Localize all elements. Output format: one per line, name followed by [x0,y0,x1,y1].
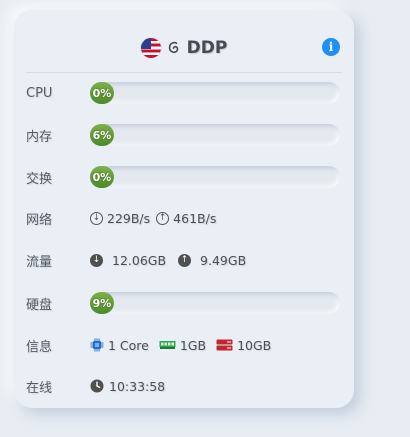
cpu-row: CPU 0% [26,80,342,106]
debian-swirl-icon [168,41,178,54]
swap-row: 交换 0% [26,164,342,190]
memory-percent: 6% [92,128,112,142]
disk-size: 10GB [237,337,272,353]
swap-percent: 0% [92,170,112,184]
network-row: 网络 ↓ 229B/s ↑ 461B/s [26,205,342,231]
memory-progress-bar: 6% [90,124,340,146]
network-down-speed: 229B/s [107,210,151,226]
info-row: 信息 1 Core 1GB 10GB [26,332,342,358]
network-label: 网络 [26,212,53,228]
arrow-up-circle-icon: ↑ [178,253,192,267]
traffic-row: 流量 ↓ 12.06GB ↑ 9.49GB [26,247,342,273]
traffic-label: 流量 [26,254,53,270]
disk-label: 硬盘 [26,297,53,313]
disk-row: 硬盘 9% [26,290,342,316]
cpu-label: CPU [26,85,53,101]
server-name: DDP [186,38,228,58]
server-card: DDP i CPU 0% 内存 6% 交换 0% 网络 ↓ 229B/s ↑ 4… [14,10,354,408]
us-flag-icon [140,38,161,58]
memory-progress-fill: 6% [90,124,114,146]
uptime-row: 在线 10:33:58 [26,373,342,399]
cpu-chip-icon [90,338,104,352]
swap-label: 交换 [26,171,53,187]
header-divider [26,72,342,73]
cpu-percent: 0% [92,86,112,100]
memory-label: 内存 [26,129,53,145]
info-label: 信息 [26,339,53,355]
clock-icon [90,379,104,393]
info-icon[interactable]: i [322,38,340,56]
cpu-cores: 1 Core [108,337,149,353]
memory-row: 内存 6% [26,122,342,148]
cpu-progress-fill: 0% [90,82,114,104]
disk-progress-bar: 9% [90,292,340,314]
arrow-down-circle-icon: ↓ [90,211,103,225]
traffic-down-total: 12.06GB [112,252,167,268]
disk-percent: 9% [92,296,112,310]
ram-size: 1GB [179,337,207,353]
hard-disk-icon [216,339,233,351]
arrow-down-circle-icon: ↓ [90,253,103,267]
swap-progress-bar: 0% [90,166,340,188]
arrow-up-circle-icon: ↑ [156,211,170,225]
card-header: DDP [14,32,354,64]
uptime-value: 10:33:58 [109,378,166,394]
network-up-speed: 461B/s [173,210,217,226]
disk-progress-fill: 9% [90,292,114,314]
cpu-progress-bar: 0% [90,82,340,104]
traffic-up-total: 9.49GB [200,252,247,268]
uptime-label: 在线 [26,380,53,396]
ram-icon [159,341,176,349]
swap-progress-fill: 0% [90,166,114,188]
